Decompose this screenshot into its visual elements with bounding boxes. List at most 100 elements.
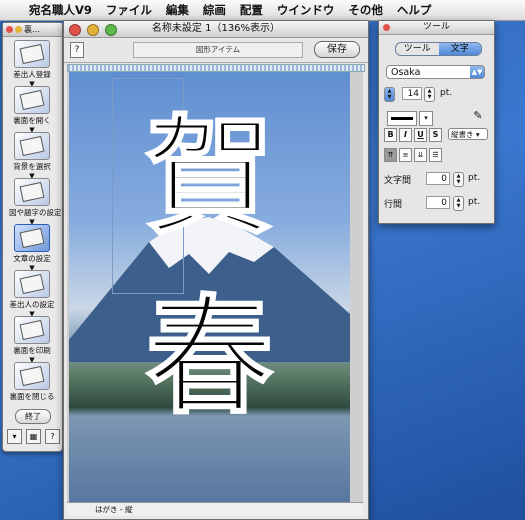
underline-button[interactable]: U bbox=[414, 128, 427, 142]
calligraphy-text[interactable]: 賀 春 bbox=[69, 72, 350, 442]
text-direction-select[interactable]: 縦書き ▾ bbox=[448, 128, 488, 140]
text-tool-palette: ツール ツール 文字 Osaka ▲▼ ▲ ▼ 14 ▲ ▼ pt. ▾ ✎ B I… bbox=[378, 20, 495, 224]
tool-palette-title: ツール bbox=[422, 22, 450, 32]
color-dropdown-icon[interactable]: ▾ bbox=[419, 111, 433, 126]
item-type-field: 図形アイテム bbox=[133, 42, 303, 58]
close-palette-icon[interactable] bbox=[383, 24, 390, 31]
horizontal-scrollbar[interactable] bbox=[67, 64, 365, 72]
close-dot-icon[interactable] bbox=[6, 26, 13, 33]
background-select-icon bbox=[14, 132, 50, 160]
help-button[interactable]: ? bbox=[45, 429, 60, 444]
tool-label: 図や題字の設定 bbox=[9, 208, 62, 217]
tool-label: 裏面を閉じる bbox=[9, 392, 55, 401]
chevron-updown-icon: ▲▼ bbox=[470, 66, 484, 78]
sender-settings-icon bbox=[14, 270, 50, 298]
paper-type-label: はがき - 縦 bbox=[95, 505, 133, 514]
char-spacing-unit: pt. bbox=[468, 173, 481, 183]
tool-text-settings[interactable]: 文章の設定 ▼ bbox=[9, 224, 55, 272]
menu-edit[interactable]: 編集 bbox=[159, 2, 196, 18]
color-row: ▾ ✎ bbox=[384, 109, 489, 126]
zoom-window-icon[interactable] bbox=[105, 24, 118, 36]
menu-app-name[interactable]: 宛名職人V9 bbox=[22, 2, 99, 18]
tool-close-back[interactable]: 裏面を閉じる bbox=[9, 362, 55, 402]
line-spacing-label: 行間 bbox=[384, 200, 403, 210]
tool-label: 差出人の設定 bbox=[9, 300, 55, 309]
tool-print-back[interactable]: 裏面を印刷 ▼ bbox=[9, 316, 55, 364]
tool-label: 裏面を開く bbox=[13, 116, 51, 125]
minimize-window-icon[interactable] bbox=[87, 24, 100, 36]
line-spacing-input[interactable]: 0 bbox=[426, 196, 450, 209]
tool-label: 背景を選択 bbox=[13, 162, 51, 171]
line-spacing-stepper[interactable]: ▲ ▼ bbox=[453, 196, 464, 211]
font-size-row: ▲ ▼ 14 ▲ ▼ pt. bbox=[384, 87, 489, 102]
dropdown-icon[interactable]: ▾ bbox=[7, 429, 22, 444]
figure-title-settings-icon bbox=[14, 178, 50, 206]
align-top-icon[interactable]: ⇈ bbox=[384, 148, 397, 162]
tool-figure-title-settings[interactable]: 図や題字の設定 ▼ bbox=[9, 178, 62, 226]
minimize-dot-icon[interactable] bbox=[15, 26, 22, 33]
line-spacing-unit: pt. bbox=[468, 197, 481, 207]
bold-button[interactable]: B bbox=[384, 128, 397, 142]
shadow-button[interactable]: S bbox=[429, 128, 442, 142]
line-spacing-row: 行間 0 ▲ ▼ pt. bbox=[384, 196, 489, 211]
help-button[interactable]: ? bbox=[70, 42, 84, 58]
main-window-titlebar: 名称未設定 1（136%表示） bbox=[64, 21, 368, 38]
end-button[interactable]: 終了 bbox=[15, 409, 51, 424]
close-window-icon[interactable] bbox=[69, 24, 81, 36]
postcard-canvas[interactable]: 賀 春 bbox=[69, 72, 350, 502]
save-button[interactable]: 保存 bbox=[314, 41, 360, 58]
document-toolbar: ? 図形アイテム 保存 bbox=[64, 38, 368, 63]
left-tool-palette: 裏... 差出人登録 ▼ 裏面を開く ▼ 背景を選択 ▼ 図や題字の設定 ▼ 文章の設定… bbox=[2, 22, 63, 452]
menu-other[interactable]: その他 bbox=[341, 2, 390, 18]
align-justify-icon[interactable]: ☰ bbox=[429, 148, 442, 162]
left-palette-titlebar: 裏... bbox=[3, 23, 62, 37]
font-name: Osaka bbox=[391, 67, 421, 78]
style-row: B I U S 縦書き ▾ bbox=[384, 128, 491, 142]
palette-tabs: ツール 文字 bbox=[395, 42, 482, 56]
font-size-input[interactable]: 14 bbox=[402, 87, 422, 100]
menu-file[interactable]: ファイル bbox=[99, 2, 159, 18]
left-palette-title: 裏... bbox=[24, 25, 40, 34]
menu-arrange[interactable]: 配置 bbox=[233, 2, 270, 18]
main-document-window: 名称未設定 1（136%表示） ? 図形アイテム 保存 賀 春 はがき - 縦 bbox=[63, 20, 369, 520]
tool-label: 文章の設定 bbox=[13, 254, 51, 263]
canvas-area[interactable]: 賀 春 はがき - 縦 bbox=[67, 72, 363, 516]
align-row: ⇈ ≡ ⇊ ☰ bbox=[384, 148, 444, 162]
char-spacing-input[interactable]: 0 bbox=[426, 172, 450, 185]
tool-background-select[interactable]: 背景を選択 ▼ bbox=[9, 132, 55, 180]
align-bottom-icon[interactable]: ⇊ bbox=[414, 148, 427, 162]
menu-bar: 宛名職人V9 ファイル 編集 綜画 配置 ウインドウ その他 ヘルプ bbox=[0, 0, 525, 21]
align-center-icon[interactable]: ≡ bbox=[399, 148, 412, 162]
tool-sender-register[interactable]: 差出人登録 ▼ bbox=[9, 40, 55, 88]
calligraphy-char-2: 春 bbox=[144, 281, 274, 433]
close-back-icon bbox=[14, 362, 50, 390]
tool-sender-settings[interactable]: 差出人の設定 ▼ bbox=[9, 270, 55, 318]
char-spacing-stepper[interactable]: ▲ ▼ bbox=[453, 172, 464, 187]
font-size-stepper[interactable]: ▲ ▼ bbox=[424, 87, 435, 102]
tool-label: 裏面を印刷 bbox=[13, 346, 51, 355]
tab-tools[interactable]: ツール bbox=[396, 43, 439, 55]
menu-draw[interactable]: 綜画 bbox=[196, 2, 233, 18]
tool-label: 差出人登録 bbox=[13, 70, 51, 79]
font-size-unit: pt. bbox=[440, 88, 453, 98]
text-direction-value: 縦書き bbox=[451, 130, 474, 139]
layout-icon[interactable]: ▦ bbox=[26, 429, 41, 444]
menu-help[interactable]: ヘルプ bbox=[390, 2, 439, 18]
print-back-icon bbox=[14, 316, 50, 344]
status-ruler: はがき - 縦 bbox=[67, 502, 363, 516]
calligraphy-char-1: 賀 bbox=[144, 101, 274, 253]
open-back-icon bbox=[14, 86, 50, 114]
menu-window[interactable]: ウインドウ bbox=[270, 2, 342, 18]
font-size-stepper-left[interactable]: ▲ ▼ bbox=[384, 87, 395, 102]
tool-palette-titlebar: ツール bbox=[379, 21, 494, 35]
text-settings-icon bbox=[14, 224, 50, 252]
text-color-swatch[interactable] bbox=[387, 111, 417, 126]
tool-open-back[interactable]: 裏面を開く ▼ bbox=[9, 86, 55, 134]
tab-text[interactable]: 文字 bbox=[438, 43, 481, 55]
italic-button[interactable]: I bbox=[399, 128, 412, 142]
eyedropper-icon[interactable]: ✎ bbox=[472, 109, 484, 124]
sender-register-icon bbox=[14, 40, 50, 68]
main-window-title: 名称未設定 1（136%表示） bbox=[151, 23, 281, 34]
font-select[interactable]: Osaka ▲▼ bbox=[386, 65, 485, 79]
char-spacing-label: 文字間 bbox=[384, 176, 412, 186]
